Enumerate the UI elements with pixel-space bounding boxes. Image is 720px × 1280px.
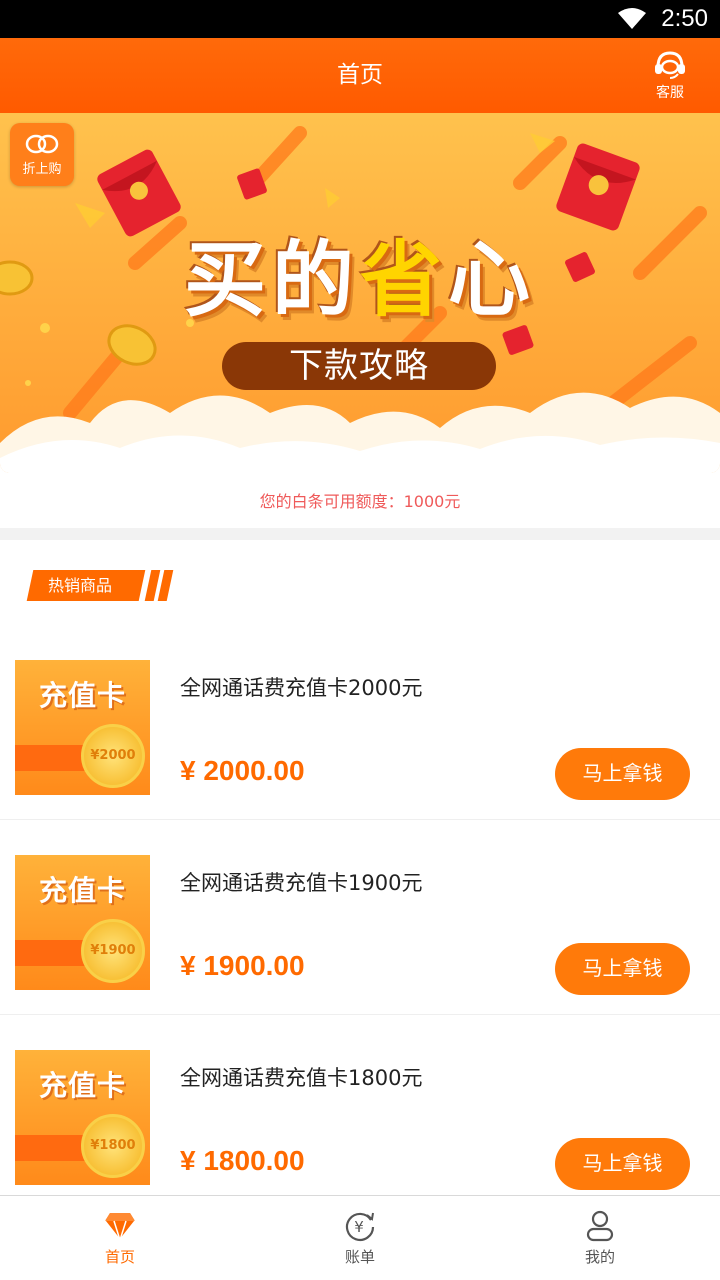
wifi-icon — [618, 8, 647, 29]
carousel-indicator[interactable] — [356, 451, 363, 458]
headline-part1: 买的 — [183, 233, 360, 328]
product-price: ¥ 1800.00 — [180, 1145, 305, 1176]
logo-text: 折上购 — [22, 162, 62, 177]
promo-banner[interactable]: 折上购 买的省心 下款攻略 — [0, 113, 720, 473]
recharge-card-image: 充值卡 ¥1900 — [15, 855, 150, 990]
coin-badge: ¥1900 — [81, 919, 145, 983]
product-thumbnail: 充值卡 ¥2000 — [15, 660, 150, 795]
product-item[interactable]: 充值卡 ¥1800 全网通话费充值卡1800元 ¥ 1800.00 马上拿钱 — [0, 1015, 720, 1210]
product-thumbnail: 充值卡 ¥1800 — [15, 1050, 150, 1185]
tag-stripe — [157, 570, 174, 601]
status-time: 2:50 — [661, 5, 708, 32]
headline-part2: 心 — [448, 233, 537, 328]
product-item[interactable]: 充值卡 ¥1900 全网通话费充值卡1900元 ¥ 1900.00 马上拿钱 — [0, 820, 720, 1015]
credit-limit-text: 您的白条可用额度：1000元 — [259, 492, 461, 511]
headset-icon — [655, 51, 685, 79]
product-name: 全网通话费充值卡2000元 — [180, 676, 423, 700]
user-icon — [586, 1210, 614, 1242]
get-money-button[interactable]: 马上拿钱 — [555, 1138, 690, 1190]
banner-guide-button[interactable]: 下款攻略 — [222, 342, 496, 390]
card-title: 充值卡 — [38, 679, 126, 712]
headline-highlight: 省 — [359, 233, 448, 328]
recharge-card-image: 充值卡 ¥2000 — [15, 660, 150, 795]
bill-yen-icon: ¥ — [345, 1212, 375, 1242]
bottom-navigation: 首页 ¥ 账单 我的 — [0, 1195, 720, 1280]
customer-service-button[interactable]: 客服 — [638, 50, 702, 102]
status-bar: 2:50 — [0, 0, 720, 38]
coin-badge: ¥1800 — [81, 1114, 145, 1178]
recharge-card-image: 充值卡 ¥1800 — [15, 1050, 150, 1185]
svg-text:¥: ¥ — [354, 1218, 364, 1236]
nav-mine[interactable]: 我的 — [480, 1196, 720, 1280]
nav-home[interactable]: 首页 — [0, 1196, 240, 1280]
section-divider — [0, 528, 720, 540]
product-price: ¥ 1900.00 — [180, 950, 305, 981]
nav-label: 首页 — [104, 1248, 135, 1266]
nav-label: 账单 — [344, 1248, 375, 1266]
product-thumbnail: 充值卡 ¥1900 — [15, 855, 150, 990]
product-price: ¥ 2000.00 — [180, 755, 305, 786]
get-money-button[interactable]: 马上拿钱 — [555, 943, 690, 995]
coin-badge: ¥2000 — [81, 724, 145, 788]
page-title: 首页 — [337, 62, 383, 88]
get-money-button[interactable]: 马上拿钱 — [555, 748, 690, 800]
app-logo: 折上购 — [10, 123, 74, 186]
product-name: 全网通话费充值卡1800元 — [180, 1066, 423, 1090]
diamond-icon — [104, 1213, 136, 1242]
banner-headline: 买的省心 — [0, 213, 720, 332]
app-bar: 首页 客服 — [0, 38, 720, 113]
card-title: 充值卡 — [38, 874, 126, 907]
nav-label: 我的 — [584, 1248, 615, 1266]
logo-icon — [25, 134, 59, 154]
card-title: 充值卡 — [38, 1069, 126, 1102]
section-title: 热销商品 — [48, 576, 113, 595]
customer-service-label: 客服 — [656, 85, 684, 101]
product-name: 全网通话费充值卡1900元 — [180, 871, 423, 895]
product-item[interactable]: 充值卡 ¥2000 全网通话费充值卡2000元 ¥ 2000.00 马上拿钱 — [0, 625, 720, 820]
nav-bill[interactable]: ¥ 账单 — [240, 1196, 480, 1280]
